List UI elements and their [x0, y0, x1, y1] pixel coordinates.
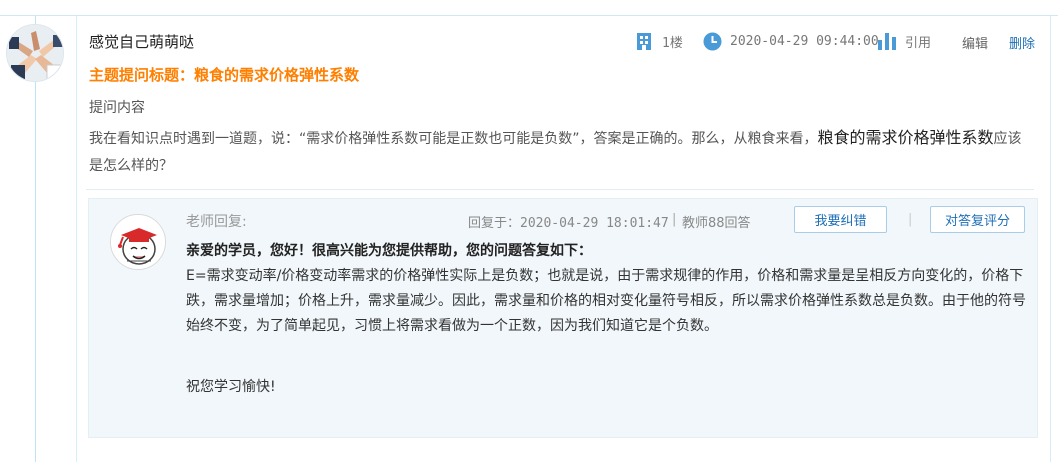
bar-chart-icon	[877, 32, 897, 50]
teacher-avatar	[110, 214, 166, 270]
question-label: 提问内容	[89, 100, 145, 116]
reply-datetime: 回复于：2020-04-29 18:01:47	[468, 216, 669, 231]
post-datetime: 2020-04-29 09:44:00	[730, 33, 879, 49]
separator: |	[672, 212, 677, 227]
reply-answer: E=需求变动率/价格变动率需求的价格弹性实际上是负数；也就是说，由于需求规律的作…	[186, 268, 1026, 334]
delete-link[interactable]: 删除	[1009, 33, 1035, 52]
reply-signoff: 祝您学习愉快!	[186, 379, 276, 395]
quote-label: 引用	[905, 35, 932, 51]
floor-info: 1楼	[636, 30, 683, 52]
teacher-reply-label: 老师回复:	[186, 214, 247, 230]
building-icon	[636, 32, 652, 50]
teacher-answer-count: 教师88回答	[682, 216, 751, 231]
button-separator: |	[908, 212, 913, 227]
question-body: 我在看知识点时遇到一道题，说：“需求价格弹性系数可能是正数也可能是负数”，答案是…	[89, 124, 1029, 180]
question-text-a: 我在看知识点时遇到一道题，说：“需求价格弹性系数可能是正数也可能是负数”，答案是…	[89, 131, 818, 147]
post-time-info: 2020-04-29 09:44:00	[703, 30, 879, 52]
reply-greeting: 亲爱的学员，您好！很高兴能为您提供帮助，您的问题答复如下：	[186, 243, 592, 259]
report-error-button[interactable]: 我要纠错	[794, 206, 887, 233]
question-text-emphasis: 粮食的需求价格弹性系数	[817, 128, 994, 147]
quote-link[interactable]: 引用	[877, 30, 931, 52]
divider	[86, 189, 1034, 190]
topic-title: 主题提问标题：粮食的需求价格弹性系数	[89, 66, 360, 84]
top-border	[0, 0, 1058, 16]
edit-link[interactable]: 编辑	[962, 33, 988, 52]
user-avatar[interactable]	[6, 24, 64, 82]
clock-icon	[703, 32, 722, 51]
timeline-line	[35, 16, 36, 462]
floor-number: 1楼	[662, 35, 683, 51]
username[interactable]: 感觉自己萌萌哒	[89, 31, 194, 52]
rate-answer-button[interactable]: 对答复评分	[930, 206, 1025, 233]
